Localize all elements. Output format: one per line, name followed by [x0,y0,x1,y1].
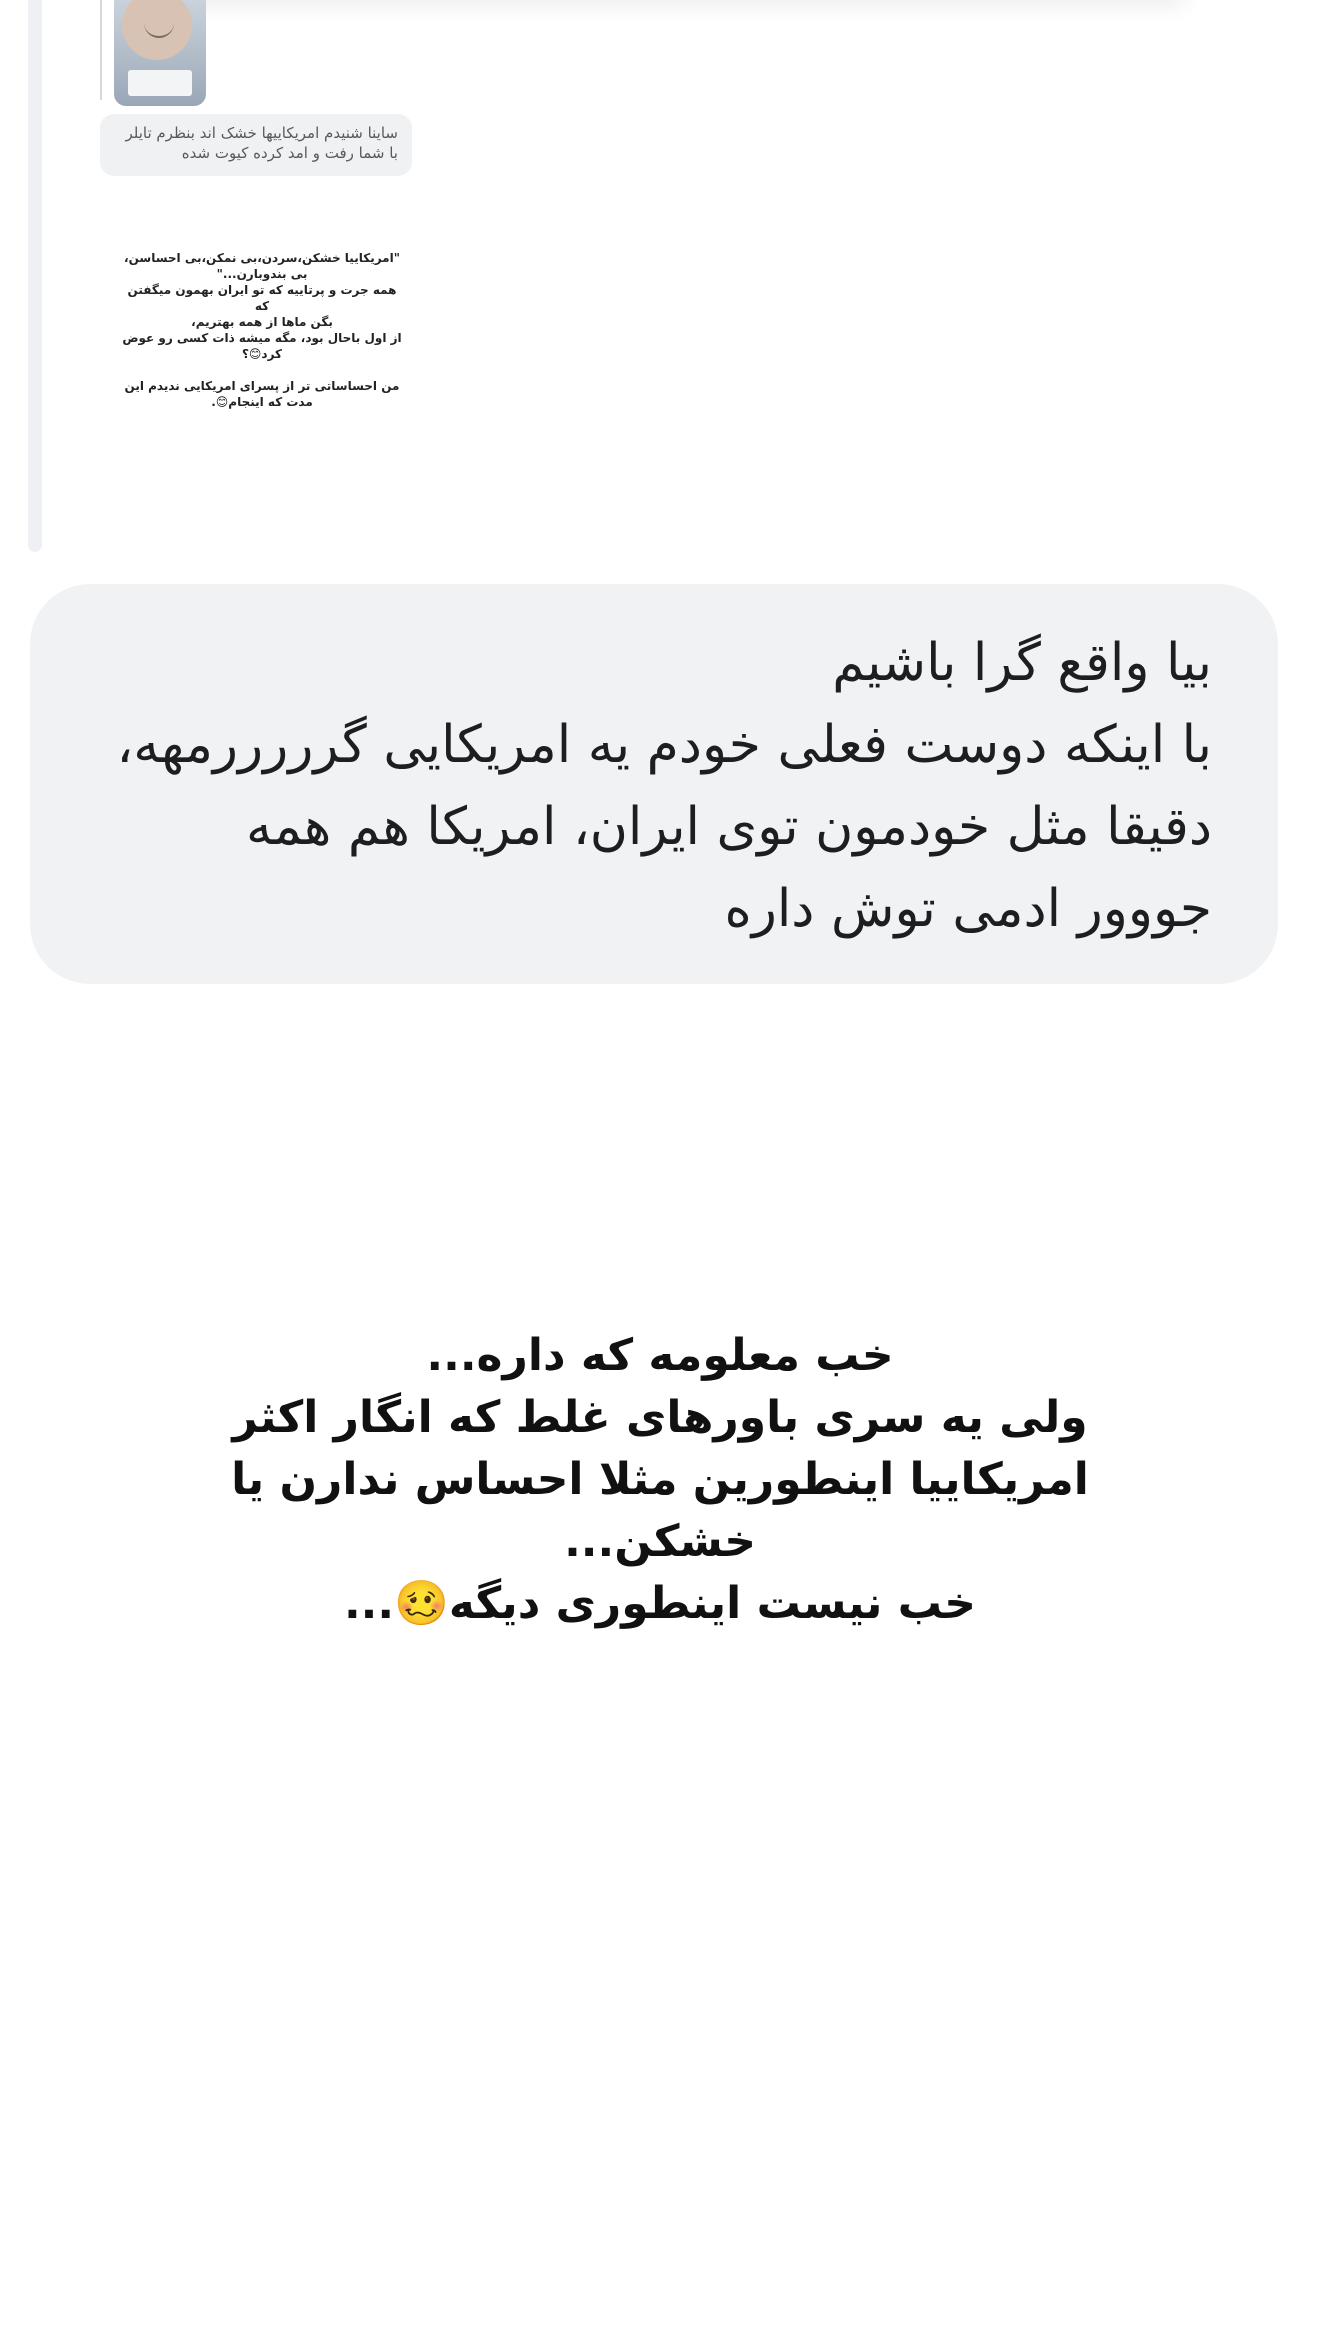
message-line: بیا واقع گرا باشیم [832,633,1212,693]
reply-thread-line [100,0,102,100]
reply-quote-bar [28,0,42,552]
message-line: دقیقا مثل خودمون توی ایران، امریکا هم هم… [245,797,1212,857]
message-bubble[interactable]: بیا واقع گرا باشیم با اینکه دوست فعلی خو… [30,584,1278,984]
caption-line: خب معلومه که داره... [426,1330,894,1381]
caption-line: ولی یه سری باورهای غلط که انگار اکثر [232,1392,1088,1443]
story-caption: خب معلومه که داره... ولی یه سری باورهای … [160,1325,1160,1635]
quoted-comment-bubble[interactable]: ساینا شنیدم امریکاییها خشک اند بنظرم تای… [100,114,412,176]
story-text-preview: "امریکاییا خشکن،سردن،بی نمکن،بی احساسن، … [122,251,402,409]
quoted-comment-text: ساینا شنیدم امریکاییها خشک اند بنظرم تای… [125,124,398,162]
story-screen: ساینا شنیدم امریکاییها خشک اند بنظرم تای… [0,0,1320,2346]
message-line: با اینکه دوست فعلی خودم یه امریکایی گررر… [116,715,1212,775]
message-line: جووور ادمی توش داره [724,879,1213,939]
photo-thumbnail-icon[interactable] [114,0,206,106]
caption-line: خب نیست اینطوری دیگه🥴... [343,1578,977,1629]
caption-line: خشکن... [564,1516,756,1567]
caption-line: امریکاییا اینطورین مثلا احساس ندارن یا [231,1454,1089,1505]
